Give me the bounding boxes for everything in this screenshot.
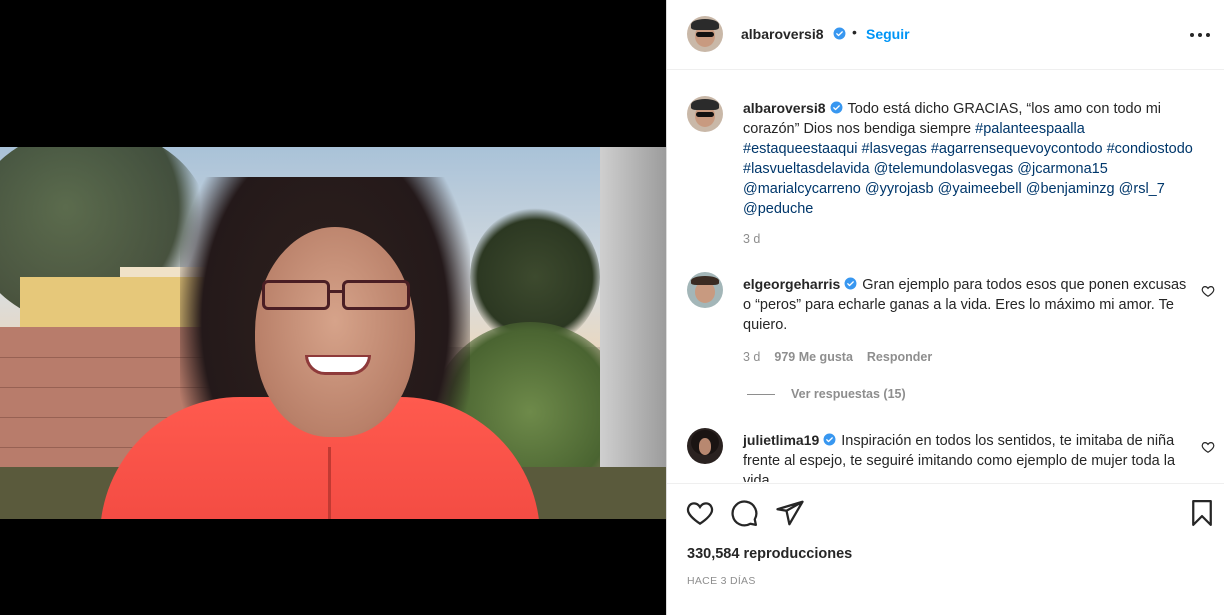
verified-badge-icon [833,27,846,40]
verified-badge-icon [823,433,836,446]
post-header: albaroversi8 • Seguir [667,0,1224,70]
avatar[interactable] [687,428,723,464]
comment-body: julietlima19 Inspiración en todos los sen… [743,430,1193,482]
replies-divider [747,394,775,396]
person-glasses [262,280,412,310]
comment-body: elgeorgeharris Gran ejemplo para todos es… [743,274,1193,335]
hashtag-link[interactable]: #agarrensequevoycontodo [931,141,1103,157]
post-timestamp[interactable]: HACE 3 DÍAS [687,575,756,587]
mention-link[interactable]: @benjaminzg [1026,181,1115,197]
comment-button[interactable] [729,498,759,528]
mention-link[interactable]: @rsl_7 [1119,181,1165,197]
follow-button[interactable]: Seguir [866,26,910,42]
comment-likes[interactable]: 979 Me gusta [774,350,853,364]
view-count[interactable]: 330,584 reproducciones [687,546,852,562]
separator-dot: • [852,24,857,40]
reply-button[interactable]: Responder [867,350,932,364]
mention-link[interactable]: @marialcycarreno [743,181,861,197]
avatar[interactable] [687,96,723,132]
jacket-zipper [328,447,331,519]
mention-link[interactable]: @telemundolasvegas [874,161,1014,177]
view-replies-label: Ver respuestas (15) [791,387,906,401]
verified-badge-icon [830,101,842,114]
comment-author[interactable]: julietlima19 [743,432,819,448]
heart-icon[interactable] [1201,284,1215,298]
post-side-panel: albaroversi8 • Seguir albaroversi8 Todo e… [666,0,1224,615]
post-media[interactable] [0,0,666,615]
comment-icon [731,500,758,527]
person-face [255,227,415,437]
heart-icon [686,502,714,525]
like-button[interactable] [685,498,715,528]
view-replies-button[interactable]: Ver respuestas (15) [747,387,906,401]
mention-link[interactable]: @peduche [743,201,813,217]
scene-building [600,147,666,519]
hashtag-link[interactable]: #lasvueltasdelavida [743,161,870,177]
mention-link[interactable]: @jcarmona15 [1017,161,1107,177]
caption-time[interactable]: 3 d [743,232,760,246]
hashtag-link[interactable]: #lasvegas [862,141,927,157]
comment-time[interactable]: 3 d [743,350,760,364]
caption-author[interactable]: albaroversi8 [743,100,826,116]
hashtag-link[interactable]: #estaqueestaaqui [743,141,858,157]
mention-link[interactable]: @yaimeebell [938,181,1022,197]
save-button[interactable] [1187,498,1217,528]
comment-author[interactable]: elgeorgeharris [743,276,840,292]
verified-badge-icon [844,277,857,290]
avatar[interactable] [687,16,723,52]
post-author-username[interactable]: albaroversi8 [741,26,824,42]
hashtag-link[interactable]: #condiostodo [1107,141,1193,157]
avatar[interactable] [687,272,723,308]
bookmark-icon [1192,500,1212,526]
hashtag-link[interactable]: #palanteespaalla [975,121,1085,137]
heart-icon[interactable] [1201,440,1215,454]
more-options-icon[interactable] [1189,24,1211,44]
post-actions: 330,584 reproducciones HACE 3 DÍAS [667,483,1224,615]
comment-meta: 3 d 979 Me gusta Responder [743,350,932,364]
mention-link[interactable]: @yyrojasb [865,181,934,197]
comments-list[interactable]: albaroversi8 Todo está dicho GRACIAS, “lo… [667,71,1224,482]
person-smile [305,355,371,375]
share-icon [776,500,804,526]
caption-body: albaroversi8 Todo está dicho GRACIAS, “lo… [743,98,1193,219]
share-button[interactable] [775,498,805,528]
caption-meta: 3 d [743,232,760,246]
video-player[interactable] [0,147,666,519]
